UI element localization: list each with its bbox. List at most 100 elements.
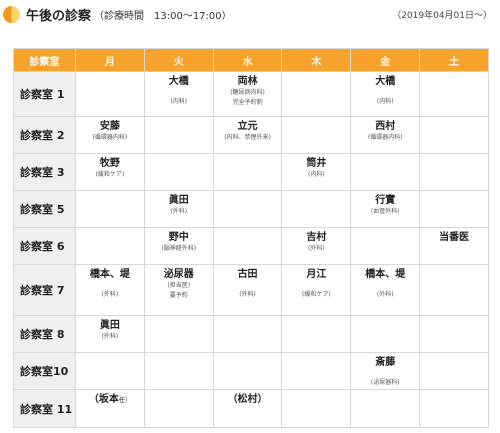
schedule-cell: 野中 (脳神経外科) bbox=[143, 226, 214, 265]
room-row: 診察室 1 大橋 (内科) 両林 (糖尿病内科) 完全予約制 大橋 (内科) bbox=[13, 70, 489, 118]
department-note: (外科) bbox=[239, 290, 256, 298]
schedule-cell bbox=[419, 389, 489, 428]
schedule-cell: 古田 (外科) bbox=[212, 263, 283, 317]
room-label: 診察室 2 bbox=[13, 116, 76, 155]
schedule-cell: 牧野 (緩和ケア) bbox=[75, 153, 145, 191]
doctor-name: 眞田 bbox=[99, 320, 120, 332]
doctor-name: 吉村 bbox=[306, 231, 327, 243]
doctor-name-suffix: 任） bbox=[118, 397, 131, 405]
department-note: (緩和ケア) bbox=[302, 290, 331, 298]
page-title: 午後の診察 bbox=[26, 9, 92, 24]
doctor-name: 西村 bbox=[375, 121, 396, 133]
doctor-name: 牧野 bbox=[99, 158, 120, 170]
room-label: 診察室 11 bbox=[13, 389, 76, 428]
department-note: (担当医) bbox=[167, 281, 191, 289]
schedule-cell bbox=[75, 190, 145, 228]
schedule-cell bbox=[212, 153, 283, 191]
schedule-cell bbox=[281, 315, 352, 354]
doctor-name: 大橋 bbox=[375, 76, 396, 87]
schedule-table: 診察室 月 火 水 木 金 土 診察室 1 大橋 (内科) 両林 (糖尿病内科) 完全予約… bbox=[13, 48, 489, 428]
doctor-name: 泌尿器 bbox=[163, 268, 194, 280]
schedule-cell bbox=[143, 315, 214, 354]
doctor-name: 両林 bbox=[237, 76, 258, 87]
department-note: (緩和ケア) bbox=[95, 171, 125, 179]
schedule-cell: 橋本、堤 (外科) bbox=[75, 263, 145, 317]
schedule-cell: 安藤 (循環器内科) bbox=[75, 116, 145, 155]
department-note: (循環器内科) bbox=[367, 134, 403, 142]
room-row: 診察室 7 橋本、堤 (外科) 泌尿器 (担当医) 要予約 古田 (外科) 月江 (緩和ケア) 橋本… bbox=[13, 263, 489, 317]
schedule-cell bbox=[212, 190, 283, 228]
schedule-cell bbox=[75, 352, 145, 391]
schedule-cell bbox=[281, 352, 352, 391]
room-label: 診察室 1 bbox=[13, 70, 76, 118]
schedule-cell: （坂本任） bbox=[75, 389, 145, 428]
schedule-cell: 筒井 (内科) bbox=[281, 153, 352, 191]
doctor-name: 眞田 bbox=[168, 195, 189, 206]
page-header: 午後の診察 （診療時間 13:00〜17:00） （2019年04月01日〜） bbox=[0, 0, 500, 36]
day-header-mon: 月 bbox=[75, 48, 145, 72]
schedule-cell: 月江 (緩和ケア) bbox=[281, 263, 352, 317]
schedule-cell bbox=[350, 226, 421, 265]
department-note: (糖尿病内科) bbox=[230, 89, 265, 96]
room-row: 診察室10 斎藤 (泌尿器科) bbox=[13, 352, 489, 391]
department-note: (外科) bbox=[101, 333, 119, 341]
room-label: 診察室 8 bbox=[13, 315, 76, 354]
schedule-cell bbox=[212, 315, 283, 354]
schedule-cell bbox=[281, 116, 352, 155]
room-row: 診察室 3 牧野 (緩和ケア) 筒井 (内科) bbox=[13, 153, 489, 191]
room-label: 診察室 6 bbox=[13, 226, 76, 265]
day-header-thu: 木 bbox=[281, 48, 352, 72]
day-header-wed: 水 bbox=[212, 48, 283, 72]
room-label: 診察室10 bbox=[13, 352, 76, 391]
schedule-cell: 大橋 (内科) bbox=[143, 70, 214, 118]
room-row: 診察室 11 （坂本任） （松村） bbox=[13, 389, 489, 428]
doctor-name: 野中 bbox=[168, 231, 189, 243]
schedule-cell bbox=[75, 226, 145, 265]
reservation-note: 完全予約制 bbox=[232, 99, 263, 106]
clinic-hours: （診療時間 13:00〜17:00） bbox=[94, 11, 232, 22]
reservation-note: 要予約 bbox=[169, 291, 188, 299]
schedule-cell: 橋本、堤 (外科) bbox=[350, 263, 421, 317]
department-note: (外科) bbox=[376, 290, 394, 298]
doctor-name-main: （坂本 bbox=[88, 394, 119, 406]
schedule-cell bbox=[419, 315, 489, 354]
schedule-cell bbox=[143, 116, 214, 155]
schedule-cell: 当番医 bbox=[419, 226, 489, 265]
department-note: (外科) bbox=[101, 290, 119, 298]
doctor-name: 行實 bbox=[375, 195, 396, 206]
schedule-header-row: 診察室 月 火 水 木 金 土 bbox=[13, 48, 489, 72]
schedule-cell bbox=[419, 190, 489, 228]
schedule-cell bbox=[350, 389, 421, 428]
room-column-header: 診察室 bbox=[13, 48, 76, 72]
schedule-body: 診察室 1 大橋 (内科) 両林 (糖尿病内科) 完全予約制 大橋 (内科) 診察室 2 安藤 (循… bbox=[13, 70, 489, 428]
schedule-cell: 吉村 (外科) bbox=[281, 226, 352, 265]
doctor-name: 筒井 bbox=[306, 158, 327, 170]
schedule-cell bbox=[419, 153, 489, 191]
schedule-cell: 斎藤 (泌尿器科) bbox=[350, 352, 421, 391]
schedule-cell bbox=[419, 263, 489, 317]
department-note: (循環器内科) bbox=[92, 134, 128, 142]
schedule-cell bbox=[143, 389, 214, 428]
schedule-cell: 泌尿器 (担当医) 要予約 bbox=[143, 263, 214, 317]
doctor-name: 当番医 bbox=[439, 231, 470, 243]
department-note: (血管外科) bbox=[370, 208, 400, 215]
doctor-name: （松村） bbox=[227, 394, 268, 406]
department-note: (泌尿器科) bbox=[370, 379, 400, 387]
schedule-cell bbox=[143, 153, 214, 191]
department-note: (内科) bbox=[376, 98, 394, 105]
doctor-name: 橋本、堤 bbox=[89, 268, 130, 280]
schedule-cell bbox=[212, 352, 283, 391]
room-row: 診察室 8 眞田 (外科) bbox=[13, 315, 489, 354]
doctor-name: 橋本、堤 bbox=[365, 268, 406, 280]
schedule-cell: 西村 (循環器内科) bbox=[350, 116, 421, 155]
schedule-cell: 両林 (糖尿病内科) 完全予約制 bbox=[212, 70, 283, 118]
room-row: 診察室 5 眞田 (外科) 行實 (血管外科) bbox=[13, 190, 489, 228]
schedule-cell bbox=[75, 70, 145, 118]
room-row: 診察室 6 野中 (脳神経外科) 吉村 (外科) 当番医 bbox=[13, 226, 489, 265]
schedule-cell bbox=[281, 190, 352, 228]
department-note: (外科) bbox=[308, 244, 325, 252]
room-label: 診察室 7 bbox=[13, 263, 76, 317]
room-label: 診察室 3 bbox=[13, 153, 76, 191]
schedule-cell bbox=[350, 315, 421, 354]
schedule-cell: 眞田 (外科) bbox=[143, 190, 214, 228]
